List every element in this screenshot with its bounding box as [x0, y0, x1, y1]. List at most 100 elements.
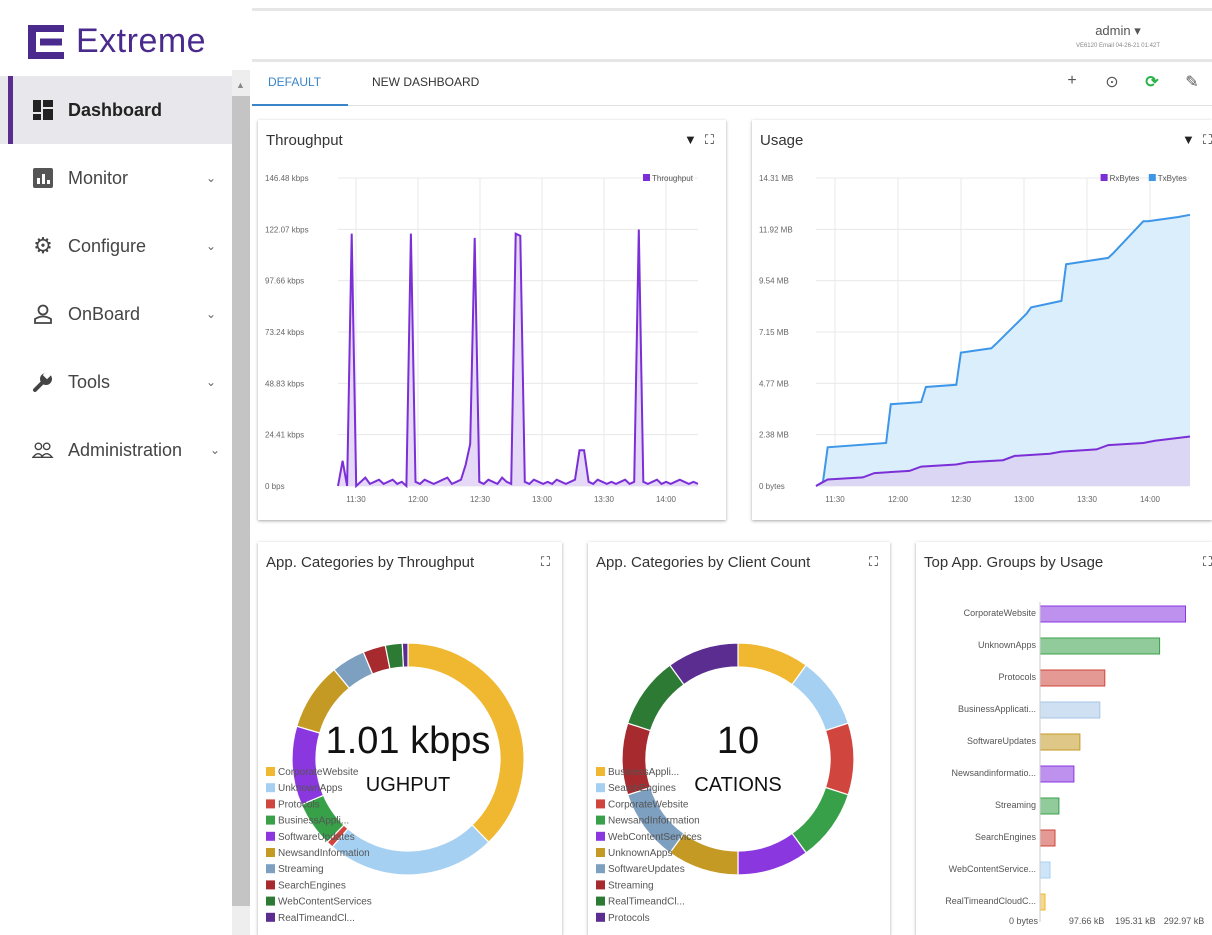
clock-icon[interactable]: ⊙ — [1092, 72, 1132, 92]
tab-default[interactable]: DEFAULT — [252, 64, 348, 106]
donut-center-value: 1.01 kbps — [326, 720, 491, 762]
x-tick-label: 12:00 — [888, 495, 909, 504]
legend-swatch — [596, 815, 605, 825]
bar — [1039, 669, 1106, 687]
x-tick-label: 13:30 — [594, 495, 615, 504]
brand-name: Extreme — [76, 22, 207, 60]
donut-center-label: UGHPUT — [366, 774, 450, 796]
legend-label: Protocols — [608, 913, 650, 924]
y-tick-label: 11.92 MB — [759, 225, 793, 234]
x-tick-label: 12:30 — [470, 495, 491, 504]
bar-category-label: WebContentService... — [949, 864, 1036, 874]
tab-new-dashboard[interactable]: NEW DASHBOARD — [372, 64, 479, 106]
chevron-down-icon: ⌄ — [209, 443, 220, 457]
bar-category-label: CorporateWebsite — [964, 608, 1036, 618]
legend-swatch — [596, 848, 605, 857]
categories-throughput-donut: 1.01 kbps UGHPUT CorporateWebsite UnknownAp… — [266, 642, 525, 924]
bar — [1039, 797, 1060, 815]
x-tick-label: 11:30 — [825, 495, 845, 504]
throughput-card: Throughput ▼ ⛶ 0 bps 24.41 kbps 48.83 kbps… — [258, 120, 726, 520]
bar — [1039, 637, 1161, 655]
bar-category-label: RealTimeandCloudC... — [945, 896, 1036, 906]
x-tick-label: 12:00 — [408, 495, 429, 504]
bar — [1039, 893, 1046, 911]
gear-icon: ⚙ — [33, 233, 53, 258]
brand-logo[interactable]: Extreme — [28, 22, 206, 61]
chevron-down-icon: ⌄ — [205, 239, 216, 253]
sidebar-item-dashboard[interactable]: Dashboard — [0, 76, 232, 144]
sidebar-item-administration[interactable]: Administration ⌄ — [0, 416, 232, 484]
chevron-down-icon: ⌄ — [205, 171, 216, 185]
x-tick-label: 14:00 — [656, 495, 677, 504]
legend-swatch — [596, 799, 605, 809]
donut-slice — [401, 642, 409, 668]
categories-throughput-card: App. Categories by Throughput ⛶ 1.01 kbp… — [258, 542, 562, 935]
user-name[interactable]: admin ▾ — [1076, 23, 1160, 39]
donut-slice — [737, 832, 808, 876]
legend-label: SoftwareUpdates — [608, 864, 685, 875]
x-tick-label: 11:30 — [346, 495, 366, 504]
bar-category-label: Streaming — [995, 800, 1036, 810]
legend-label: SearchEngines — [278, 880, 346, 891]
sidebar-item-configure[interactable]: ⚙ Configure ⌄ — [0, 212, 232, 280]
legend-label: RxBytes — [1110, 174, 1140, 183]
dashboard-tabs: DEFAULT NEW DASHBOARD + ⊙ ⟳ ✎ — [252, 64, 1212, 106]
legend-swatch — [596, 912, 605, 922]
scroll-up-icon[interactable]: ▲ — [236, 80, 245, 90]
sidebar-item-label: Monitor — [68, 167, 129, 188]
bar-category-label: BusinessApplicati... — [958, 704, 1036, 714]
wrench-icon — [32, 371, 54, 393]
legend-swatch — [596, 831, 605, 841]
sidebar-item-tools[interactable]: Tools ⌄ — [0, 348, 232, 416]
legend-label: UnknownApps — [278, 783, 342, 794]
legend-swatch — [266, 912, 275, 922]
legend-label: WebContentServices — [278, 897, 372, 908]
legend-label: Streaming — [278, 864, 324, 875]
bar — [1039, 765, 1075, 783]
bar — [1039, 701, 1101, 719]
donut-slice — [791, 786, 850, 854]
x-tick-label: 12:30 — [951, 495, 972, 504]
y-tick-label: 4.77 MB — [759, 379, 789, 388]
legend-swatch — [596, 767, 605, 776]
sidebar-item-label: Configure — [68, 235, 147, 256]
sidebar-nav: Dashboard Monitor ⌄ ⚙ Configure ⌄ OnBoar… — [0, 76, 232, 484]
sidebar-scrollbar[interactable]: ▲ — [232, 70, 250, 935]
sidebar: Extreme Dashboard Monitor ⌄ ⚙ Configure … — [0, 0, 232, 935]
legend-label: BusinessAppli... — [278, 816, 349, 827]
donut-slice — [668, 642, 739, 686]
x-tick-label: 195.31 kB — [1115, 916, 1156, 926]
top-app-groups-card: Top App. Groups by Usage ⛶ CorporateWebs… — [916, 542, 1212, 935]
legend-label: Protocols — [278, 799, 320, 810]
add-icon[interactable]: + — [1052, 72, 1092, 92]
legend-label: TxBytes — [1158, 174, 1187, 183]
scrollbar-thumb[interactable] — [232, 96, 250, 906]
legend-swatch — [266, 880, 275, 890]
legend-label: WebContentServices — [608, 832, 702, 843]
legend-label: Streaming — [608, 880, 654, 891]
legend-label: NewsandInformation — [278, 848, 370, 859]
bar-category-label: SearchEngines — [975, 832, 1037, 842]
bar-category-label: UnknownApps — [978, 640, 1037, 650]
edit-icon[interactable]: ✎ — [1172, 72, 1212, 92]
legend-swatch — [266, 831, 275, 841]
legend-label: SoftwareUpdates — [278, 832, 355, 843]
bar-category-label: SoftwareUpdates — [967, 736, 1037, 746]
legend-label: NewsandInformation — [608, 816, 700, 827]
legend-swatch — [266, 799, 275, 809]
legend-swatch — [266, 896, 275, 906]
y-tick-label: 73.24 kbps — [265, 328, 304, 337]
y-tick-label: 97.66 kbps — [265, 277, 304, 286]
refresh-icon[interactable]: ⟳ — [1132, 72, 1172, 92]
sidebar-item-monitor[interactable]: Monitor ⌄ — [0, 144, 232, 212]
bar — [1039, 861, 1051, 879]
extreme-logo-icon — [28, 24, 66, 59]
donut-center-label: CATIONS — [694, 774, 781, 796]
bar — [1039, 829, 1056, 847]
legend-swatch — [1148, 174, 1156, 181]
categories-clients-card: App. Categories by Client Count ⛶ 10 CATI… — [588, 542, 890, 935]
user-menu[interactable]: admin ▾ VE6120 Email 04-26-21 01:42T — [1076, 23, 1160, 49]
sidebar-item-onboard[interactable]: OnBoard ⌄ — [0, 280, 232, 348]
legend-swatch — [596, 880, 605, 890]
sidebar-item-label: OnBoard — [68, 303, 141, 324]
